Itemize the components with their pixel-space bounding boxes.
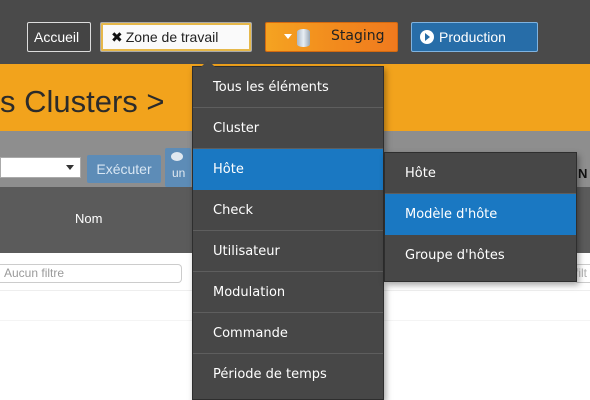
play-circle-icon: [420, 30, 434, 44]
menu-item-tous-les-elements[interactable]: Tous les éléments: [193, 67, 383, 108]
production-button[interactable]: Production: [411, 22, 538, 52]
menu-item-label: Cluster: [213, 120, 260, 136]
action-select[interactable]: [0, 157, 81, 178]
execute-button[interactable]: Exécuter: [87, 155, 161, 183]
caret-down-icon: [284, 34, 292, 39]
menu-item-label: Check: [213, 202, 253, 218]
production-label: Production: [439, 29, 506, 45]
menu-item-label: Utilisateur: [213, 243, 280, 259]
zone-de-travail-label: Zone de travail: [125, 29, 219, 45]
menu-item-label: Hôte: [213, 161, 244, 177]
menu-item-periode-de-temps[interactable]: Période de temps: [193, 354, 383, 395]
hote-submenu: Hôte Modèle d'hôte Groupe d'hôtes: [384, 152, 577, 282]
submenu-item-label: Hôte: [405, 165, 436, 181]
menu-item-commande[interactable]: Commande: [193, 313, 383, 354]
database-icon: [297, 29, 310, 47]
execute-label: Exécuter: [96, 161, 152, 177]
menu-item-label: Tous les éléments: [213, 79, 329, 95]
submenu-item-groupe-d-hotes[interactable]: Groupe d'hôtes: [385, 235, 576, 276]
menu-item-label: Modulation: [213, 284, 286, 300]
menu-item-label: Période de temps: [213, 367, 327, 382]
staging-dropdown-menu: Tous les éléments Cluster Hôte Check Uti…: [192, 60, 384, 400]
menu-item-cluster[interactable]: Cluster: [193, 108, 383, 149]
select-caret-icon: [66, 165, 74, 170]
menu-item-hote[interactable]: Hôte: [193, 149, 383, 190]
toolbar-right-fragment: N: [578, 166, 588, 181]
staging-label: Staging: [331, 28, 385, 44]
accueil-button[interactable]: Accueil: [27, 22, 91, 52]
zone-de-travail-button[interactable]: ✖ Zone de travail: [100, 22, 252, 52]
menu-item-label: Commande: [213, 325, 288, 341]
menu-item-modulation[interactable]: Modulation: [193, 272, 383, 313]
page-title: s Clusters >: [0, 84, 165, 119]
accueil-label: Accueil: [34, 29, 80, 45]
comment-icon: [171, 152, 183, 161]
comment-button[interactable]: un: [165, 148, 191, 187]
submenu-item-label: Modèle d'hôte: [405, 206, 498, 222]
submenu-item-modele-d-hote[interactable]: Modèle d'hôte: [385, 194, 576, 235]
column-header-nom[interactable]: Nom: [75, 211, 102, 226]
comment-label: un: [172, 166, 186, 180]
submenu-item-label: Groupe d'hôtes: [405, 248, 505, 263]
name-filter-input[interactable]: Aucun filtre: [0, 264, 182, 283]
submenu-item-hote[interactable]: Hôte: [385, 153, 576, 194]
staging-button[interactable]: Staging: [265, 22, 398, 52]
tools-icon: ✖: [111, 28, 123, 45]
menu-item-check[interactable]: Check: [193, 190, 383, 231]
menu-item-utilisateur[interactable]: Utilisateur: [193, 231, 383, 272]
